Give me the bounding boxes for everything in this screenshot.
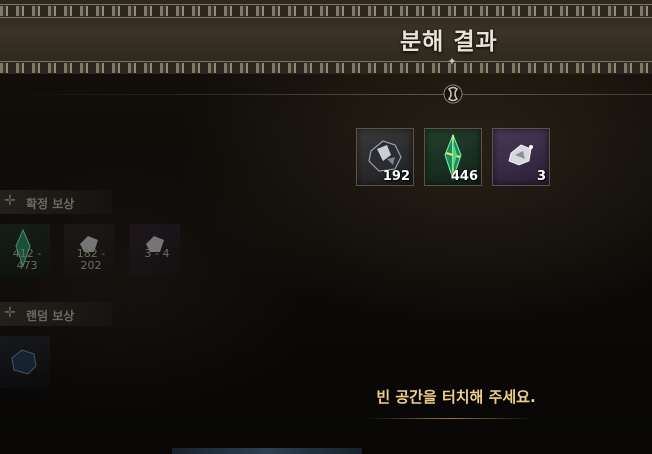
fixed-reward-item: 182 - 202 <box>64 224 114 276</box>
fixed-reward-header: ✛ 확정 보상 <box>0 190 112 214</box>
plus-icon: ✛ <box>4 305 16 321</box>
banner-top-inner-border <box>0 17 652 18</box>
banner-top-border <box>0 4 652 5</box>
random-reward-label: 랜덤 보상 <box>26 309 75 323</box>
title-banner: 분해 결과 ✦ <box>0 0 652 74</box>
fixed-reward-label: 확정 보상 <box>26 197 75 211</box>
result-slot-shard[interactable]: 3 <box>492 128 550 186</box>
dialog-title: 분해 결과 <box>400 29 498 55</box>
banner-top-ornament <box>0 6 652 16</box>
star-ornament-icon: ✦ <box>447 55 457 68</box>
bottom-glow-bar <box>172 448 362 454</box>
result-count: 3 <box>536 169 546 184</box>
reward-range: 3 - 4 <box>144 247 170 260</box>
prompt-underline <box>366 418 534 419</box>
touch-prompt: 빈 공간을 터치해 주세요. <box>376 388 536 406</box>
crest-icon <box>443 84 463 104</box>
reward-range: 412 - 473 <box>12 247 42 272</box>
result-count: 446 <box>450 169 478 184</box>
result-slot-crystal[interactable]: 446 <box>424 128 482 186</box>
banner-bottom-inner-border <box>0 61 652 62</box>
reward-range: 182 - 202 <box>76 247 106 272</box>
reward-info-panel: ✛ 확정 보상 412 - 473 182 - 202 3 - 4 ✛ 랜덤 보… <box>0 186 200 406</box>
random-reward-header: ✛ 랜덤 보상 <box>0 302 112 326</box>
ore-icon <box>11 349 37 375</box>
fixed-reward-item: 3 - 4 <box>130 224 180 276</box>
random-reward-item <box>0 336 50 388</box>
banner-bottom-ornament <box>0 63 652 73</box>
plus-icon: ✛ <box>4 193 16 209</box>
fixed-reward-item: 412 - 473 <box>0 224 50 276</box>
header-divider <box>0 94 652 95</box>
result-slot-ore[interactable]: 192 <box>356 128 414 186</box>
result-count: 192 <box>382 169 410 184</box>
